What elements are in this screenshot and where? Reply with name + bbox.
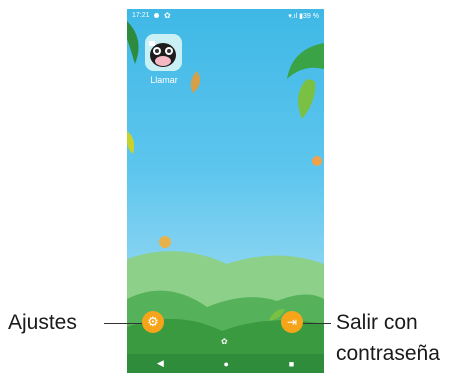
app-icon-llamar[interactable] bbox=[145, 34, 182, 71]
status-right: ▾.ıl ▮39 % bbox=[288, 13, 319, 20]
leaf-orange-right bbox=[312, 156, 322, 166]
callout-line-left bbox=[104, 323, 142, 324]
callout-exit-line2: contraseña bbox=[336, 342, 440, 365]
paw-icon: ✿ bbox=[221, 337, 228, 346]
callout-line-right bbox=[303, 323, 331, 324]
cow-icon bbox=[145, 34, 182, 71]
leaf-gold bbox=[190, 71, 201, 93]
leaf-left-mid bbox=[127, 131, 135, 154]
leaf-top-left bbox=[127, 21, 139, 64]
status-bar: 17:21 ✿ ▾.ıl ▮39 % bbox=[127, 9, 324, 23]
settings-button[interactable]: ⚙ bbox=[142, 311, 164, 333]
app-label: Llamar bbox=[150, 75, 178, 85]
home-button[interactable]: ● bbox=[224, 359, 229, 369]
phone-screen: 17:21 ✿ ▾.ıl ▮39 % Llamar ⚙ ✿ ⇥ ◀ ● ■ bbox=[127, 9, 324, 373]
callout-exit-line1: Salir con bbox=[336, 311, 418, 334]
status-gear-icon: ✿ bbox=[164, 11, 171, 20]
leaf-icon bbox=[269, 309, 285, 321]
leaf-orange-bottom bbox=[159, 236, 171, 248]
gear-icon: ⚙ bbox=[147, 314, 159, 329]
navigation-bar: ◀ ● ■ bbox=[127, 354, 324, 373]
callout-settings: Ajustes bbox=[8, 311, 77, 334]
leaf-top-right bbox=[287, 43, 324, 79]
back-button[interactable]: ◀ bbox=[157, 358, 164, 369]
leaf-right-2 bbox=[298, 79, 316, 119]
status-time: 17:21 bbox=[132, 12, 150, 19]
notification-dot-icon bbox=[154, 13, 159, 18]
recents-button[interactable]: ■ bbox=[289, 359, 294, 369]
exit-icon: ⇥ bbox=[286, 315, 298, 329]
